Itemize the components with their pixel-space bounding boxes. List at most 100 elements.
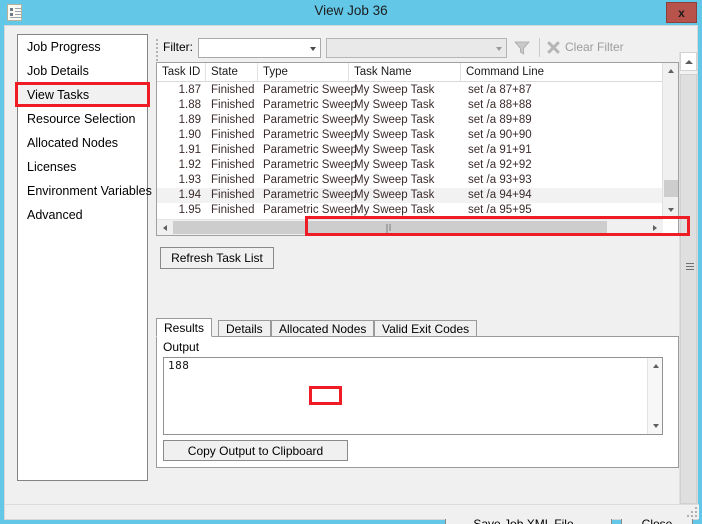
output-label: Output — [163, 340, 200, 354]
window-title: View Job 36 — [314, 3, 388, 18]
sidebar-item-licenses[interactable]: Licenses — [18, 155, 147, 179]
sidebar-item-advanced[interactable]: Advanced — [18, 203, 147, 227]
navigation-list[interactable]: Job Progress Job Details View Tasks Reso… — [17, 34, 152, 481]
cell-task-name: My Sweep Task — [354, 99, 435, 111]
output-textarea[interactable]: 188 — [163, 357, 663, 435]
cell-task-name: My Sweep Task — [354, 114, 435, 126]
table-row[interactable]: 1.91 Finished Parametric Sweep My Sweep … — [157, 143, 663, 158]
task-list-table[interactable]: Task ID State Type Task Name Command Lin… — [156, 62, 679, 236]
cell-state: Finished — [211, 129, 255, 141]
chevron-down-icon — [496, 47, 502, 51]
cell-state: Finished — [211, 189, 255, 201]
results-tab-panel: Output 188 Copy Output to Clipboard — [156, 336, 679, 468]
status-bar — [5, 504, 699, 519]
cell-state: Finished — [211, 84, 255, 96]
cell-command-line: set /a 90+90 — [468, 129, 532, 141]
cell-task-id: 1.91 — [178, 144, 201, 156]
main-panel: Filter: Clear Filter Task ID State Type … — [154, 34, 690, 504]
scroll-up-icon[interactable] — [648, 358, 662, 374]
thumb-grip — [386, 224, 394, 235]
column-header-state[interactable]: State — [206, 63, 258, 81]
filter-value-combobox[interactable] — [326, 38, 507, 58]
funnel-filter-icon[interactable] — [514, 40, 530, 56]
refresh-task-list-button[interactable]: Refresh Task List — [160, 247, 274, 269]
window-close-button[interactable]: x — [666, 2, 697, 23]
table-vertical-scrollbar[interactable] — [662, 63, 678, 218]
table-row[interactable]: 1.88 Finished Parametric Sweep My Sweep … — [157, 98, 663, 113]
cell-type: Parametric Sweep — [263, 114, 357, 126]
output-value: 188 — [168, 359, 190, 372]
sidebar-item-environment-variables[interactable]: Environment Variables — [18, 179, 152, 203]
table-header-row: Task ID State Type Task Name Command Lin… — [157, 63, 663, 82]
cell-task-id: 1.93 — [178, 174, 201, 186]
view-job-dialog: View Job 36 x Job Progress Job Details V… — [0, 0, 702, 524]
scroll-left-icon[interactable] — [157, 220, 173, 235]
scroll-right-icon[interactable] — [647, 220, 663, 235]
table-row[interactable]: 1.89 Finished Parametric Sweep My Sweep … — [157, 113, 663, 128]
title-bar: View Job 36 x — [0, 0, 702, 25]
table-row-selected[interactable]: 1.94 Finished Parametric Sweep My Sweep … — [157, 188, 663, 203]
cell-command-line: set /a 91+91 — [468, 144, 532, 156]
table-row[interactable]: 1.95 Finished Parametric Sweep My Sweep … — [157, 203, 663, 218]
column-header-task-name[interactable]: Task Name — [349, 63, 461, 81]
cell-command-line: set /a 94+94 — [468, 189, 532, 201]
dialog-scroll-track[interactable] — [680, 74, 697, 504]
cell-task-id: 1.90 — [178, 129, 201, 141]
cell-type: Parametric Sweep — [263, 144, 357, 156]
cell-task-name: My Sweep Task — [354, 159, 435, 171]
cell-command-line: set /a 93+93 — [468, 174, 532, 186]
resize-grip[interactable] — [687, 507, 697, 517]
cell-state: Finished — [211, 114, 255, 126]
horizontal-scroll-thumb[interactable] — [173, 221, 607, 235]
table-horizontal-scrollbar[interactable] — [157, 219, 663, 235]
copy-output-to-clipboard-button[interactable]: Copy Output to Clipboard — [163, 440, 348, 461]
column-header-type[interactable]: Type — [258, 63, 349, 81]
cell-task-name: My Sweep Task — [354, 189, 435, 201]
cell-command-line: set /a 87+87 — [468, 84, 532, 96]
cell-state: Finished — [211, 204, 255, 216]
column-header-command-line[interactable]: Command Line — [461, 63, 663, 81]
filter-toolbar: Filter: Clear Filter — [154, 34, 679, 62]
toolbar-separator — [539, 38, 540, 57]
sidebar-item-resource-selection[interactable]: Resource Selection — [18, 107, 147, 131]
tab-results[interactable]: Results — [156, 318, 213, 337]
cell-task-id: 1.94 — [178, 189, 201, 201]
cell-task-name: My Sweep Task — [354, 204, 435, 216]
scroll-up-icon[interactable] — [680, 52, 697, 71]
sidebar-item-view-tasks[interactable]: View Tasks — [18, 83, 147, 107]
output-vertical-scrollbar[interactable] — [647, 358, 662, 434]
cell-task-id: 1.95 — [178, 204, 201, 216]
clear-x-icon[interactable] — [546, 40, 561, 55]
clear-filter-button[interactable]: Clear Filter — [565, 40, 624, 54]
column-header-task-id[interactable]: Task ID — [157, 63, 206, 81]
scroll-down-icon[interactable] — [663, 202, 678, 218]
table-row[interactable]: 1.90 Finished Parametric Sweep My Sweep … — [157, 128, 663, 143]
sidebar-item-allocated-nodes[interactable]: Allocated Nodes — [18, 131, 147, 155]
cell-type: Parametric Sweep — [263, 204, 357, 216]
table-scroll-thumb[interactable] — [664, 180, 678, 197]
detail-tab-strip: Results Details Allocated Nodes Valid Ex… — [156, 318, 679, 337]
cell-type: Parametric Sweep — [263, 189, 357, 201]
cell-state: Finished — [211, 144, 255, 156]
table-row[interactable]: 1.92 Finished Parametric Sweep My Sweep … — [157, 158, 663, 173]
cell-task-name: My Sweep Task — [354, 129, 435, 141]
tab-allocated-nodes[interactable]: Allocated Nodes — [271, 320, 375, 337]
scroll-down-icon[interactable] — [648, 418, 662, 434]
cell-task-name: My Sweep Task — [354, 174, 435, 186]
cell-type: Parametric Sweep — [263, 84, 357, 96]
cell-type: Parametric Sweep — [263, 99, 357, 111]
tab-valid-exit-codes[interactable]: Valid Exit Codes — [374, 320, 478, 337]
dialog-scroll-thumb-grip[interactable] — [686, 263, 694, 271]
table-row[interactable]: 1.93 Finished Parametric Sweep My Sweep … — [157, 173, 663, 188]
sidebar-item-job-progress[interactable]: Job Progress — [18, 35, 147, 59]
cell-type: Parametric Sweep — [263, 129, 357, 141]
scroll-up-icon[interactable] — [663, 63, 678, 79]
tab-details[interactable]: Details — [218, 320, 271, 337]
table-row[interactable]: 1.87 Finished Parametric Sweep My Sweep … — [157, 83, 663, 98]
filter-label: Filter: — [163, 40, 193, 54]
filter-field-combobox[interactable] — [198, 38, 321, 58]
toolbar-grip[interactable] — [156, 39, 160, 61]
cell-command-line: set /a 88+88 — [468, 99, 532, 111]
sidebar-item-job-details[interactable]: Job Details — [18, 59, 147, 83]
dialog-vertical-scrollbar[interactable] — [679, 52, 697, 506]
